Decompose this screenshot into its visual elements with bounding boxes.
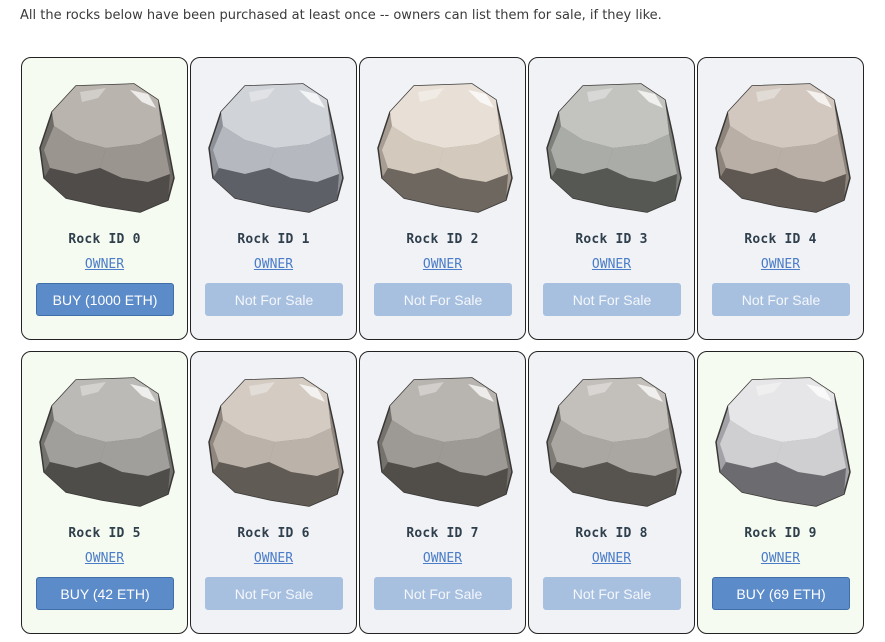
rock-card: Rock ID 0 OWNER BUY (1000 ETH) (21, 57, 188, 340)
rock-title: Rock ID 3 (575, 232, 648, 247)
rock-title: Rock ID 8 (575, 526, 648, 541)
rock-card: Rock ID 7 OWNER Not For Sale (359, 351, 526, 634)
owner-link[interactable]: OWNER (22, 257, 187, 272)
rock-image (543, 372, 683, 512)
owner-link[interactable]: OWNER (360, 551, 525, 566)
owner-link[interactable]: OWNER (22, 551, 187, 566)
rock-grid: Rock ID 0 OWNER BUY (1000 ETH) Rock ID 1 OWN… (21, 57, 864, 634)
rock-card: Rock ID 4 OWNER Not For Sale (697, 57, 864, 340)
rock-image (374, 372, 514, 512)
owner-link[interactable]: OWNER (360, 257, 525, 272)
rock-image (712, 372, 852, 512)
rock-card: Rock ID 8 OWNER Not For Sale (528, 351, 695, 634)
owner-link[interactable]: OWNER (698, 257, 863, 272)
owner-link[interactable]: OWNER (191, 257, 356, 272)
rock-image (205, 372, 345, 512)
not-for-sale-button: Not For Sale (543, 283, 681, 316)
owner-link[interactable]: OWNER (529, 257, 694, 272)
rock-title: Rock ID 6 (237, 526, 310, 541)
rock-title: Rock ID 7 (406, 526, 479, 541)
buy-button[interactable]: BUY (1000 ETH) (36, 283, 174, 316)
not-for-sale-button: Not For Sale (543, 577, 681, 610)
rock-card: Rock ID 1 OWNER Not For Sale (190, 57, 357, 340)
rock-card: Rock ID 2 OWNER Not For Sale (359, 57, 526, 340)
rock-image (36, 372, 176, 512)
owner-link[interactable]: OWNER (191, 551, 356, 566)
not-for-sale-button: Not For Sale (205, 577, 343, 610)
owner-link[interactable]: OWNER (698, 551, 863, 566)
not-for-sale-button: Not For Sale (374, 283, 512, 316)
owner-link[interactable]: OWNER (529, 551, 694, 566)
rock-image (543, 78, 683, 218)
rock-title: Rock ID 4 (744, 232, 817, 247)
intro-text: All the rocks below have been purchased … (20, 8, 662, 23)
not-for-sale-button: Not For Sale (205, 283, 343, 316)
rock-card: Rock ID 5 OWNER BUY (42 ETH) (21, 351, 188, 634)
rock-image (712, 78, 852, 218)
buy-button[interactable]: BUY (69 ETH) (712, 577, 850, 610)
buy-button[interactable]: BUY (42 ETH) (36, 577, 174, 610)
rock-title: Rock ID 5 (68, 526, 141, 541)
rock-card: Rock ID 9 OWNER BUY (69 ETH) (697, 351, 864, 634)
not-for-sale-button: Not For Sale (712, 283, 850, 316)
not-for-sale-button: Not For Sale (374, 577, 512, 610)
rock-image (36, 78, 176, 218)
rock-title: Rock ID 0 (68, 232, 141, 247)
rock-title: Rock ID 9 (744, 526, 817, 541)
rock-image (374, 78, 514, 218)
rock-card: Rock ID 6 OWNER Not For Sale (190, 351, 357, 634)
rock-title: Rock ID 2 (406, 232, 479, 247)
rock-card: Rock ID 3 OWNER Not For Sale (528, 57, 695, 340)
rock-image (205, 78, 345, 218)
rock-title: Rock ID 1 (237, 232, 310, 247)
